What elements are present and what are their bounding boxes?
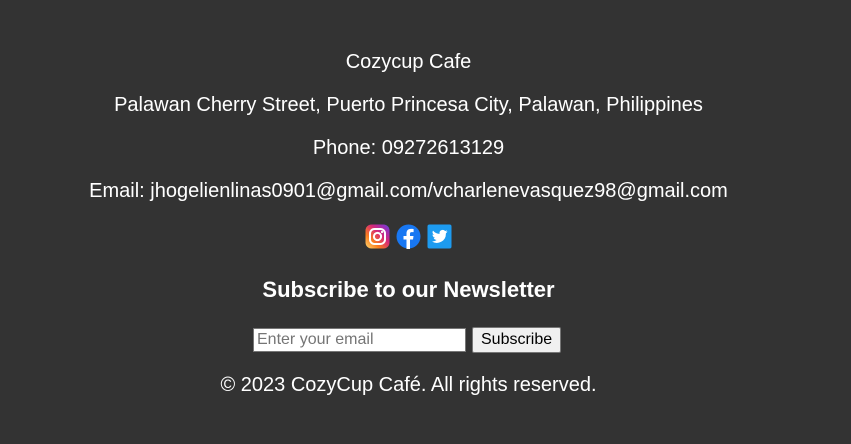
contact-email: Email: jhogelienlinas0901@gmail.com/vcha… [89, 180, 728, 202]
twitter-link[interactable] [427, 224, 452, 249]
facebook-icon [396, 224, 421, 249]
facebook-link[interactable] [396, 224, 421, 249]
instagram-link[interactable] [365, 224, 390, 249]
cafe-address: Palawan Cherry Street, Puerto Princesa C… [114, 94, 703, 116]
site-footer: Cozycup Cafe Palawan Cherry Street, Puer… [0, 0, 851, 444]
instagram-icon [365, 224, 390, 248]
subscribe-button[interactable]: Subscribe [472, 327, 562, 353]
newsletter-email-input[interactable] [253, 328, 466, 352]
social-links [365, 223, 458, 249]
newsletter-heading: Subscribe to our Newsletter [262, 277, 555, 302]
copyright-text: © 2023 CozyCup Café. All rights reserved… [220, 374, 597, 396]
newsletter-form: Subscribe [253, 327, 562, 353]
cafe-name: Cozycup Cafe [345, 51, 472, 73]
twitter-icon [427, 224, 452, 248]
contact-phone: Phone: 09272613129 [312, 137, 505, 159]
